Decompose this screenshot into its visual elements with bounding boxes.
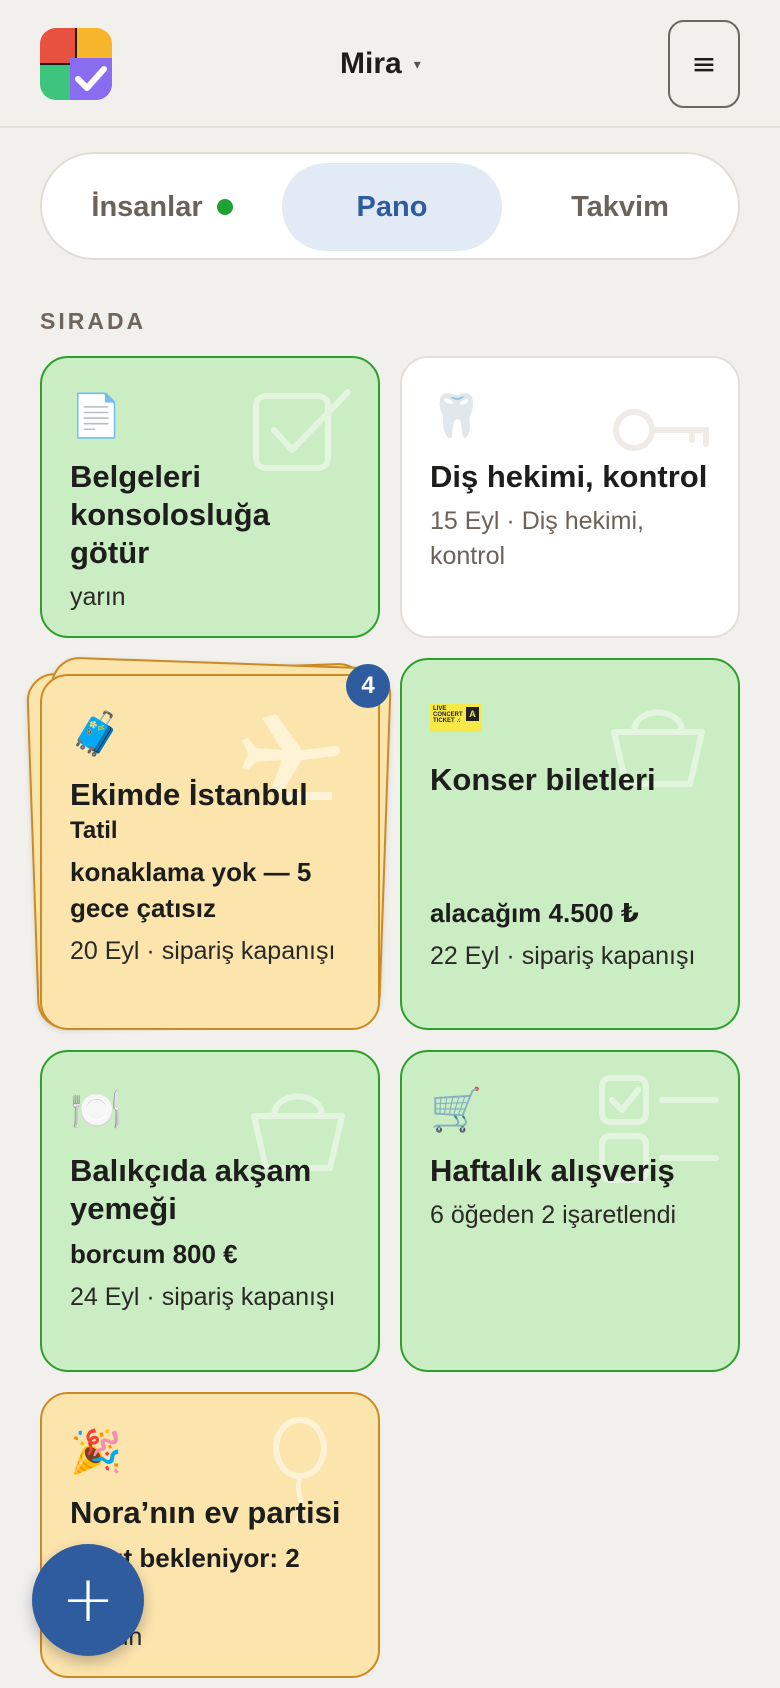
shopping-cart-icon: 🛒 (430, 1085, 483, 1134)
card-fish-dinner[interactable]: 🍽️ Balıkçıda akşam yemeği borcum 800 € 2… (40, 1050, 380, 1372)
tab-label: Takvim (571, 190, 669, 223)
card-title: Nora’nın ev partisi (70, 1495, 341, 1530)
online-status-dot (216, 199, 233, 215)
check-icon (70, 58, 112, 100)
tab-label: Pano (356, 190, 428, 223)
ticket-icon: LIVE CONCERT TICKET ♫ A (430, 704, 482, 732)
suitcase-icon: 🧳 (70, 709, 123, 758)
card-meta: 24 Eyl · sipariş kapanışı (70, 1283, 336, 1311)
card-meta: 20 Eyl · sipariş kapanışı (70, 937, 336, 965)
stack-count-badge: 4 (346, 664, 390, 708)
card-concert-tickets[interactable]: LIVE CONCERT TICKET ♫ A Konser biletleri a… (400, 658, 740, 1030)
card-meta: 6 öğeden 2 işaretlendi (430, 1201, 677, 1229)
party-popper-icon: 🎉 (70, 1427, 123, 1476)
add-button[interactable]: + (32, 1544, 144, 1656)
card-meta: 15 Eyl · Diş hekimi, kontrol (430, 507, 644, 570)
menu-button[interactable]: ≡ (668, 20, 740, 108)
card-title: Haftalık alışveriş (430, 1153, 675, 1188)
card-title: Balıkçıda akşam yemeği (70, 1153, 312, 1226)
card-status: borcum 800 € (70, 1239, 238, 1269)
card-status: konaklama yok — 5 gece çatısız (70, 857, 312, 923)
tab-people[interactable]: İnsanlar (54, 163, 270, 251)
user-name: Mira (340, 47, 402, 80)
card-title: Belgeleri konsolosluğa götür (70, 459, 270, 570)
app-header: Mira ▾ ≡ (0, 0, 780, 128)
card-title: Konser biletleri (430, 762, 656, 797)
card-meta: 22 Eyl · sipariş kapanışı (430, 942, 696, 970)
document-icon: 📄 (70, 391, 123, 440)
tab-board[interactable]: Pano (282, 163, 502, 251)
card-dentist[interactable]: 🦷 Diş hekimi, kontrol 15 Eyl · Diş hekim… (400, 356, 740, 638)
plate-cutlery-icon: 🍽️ (70, 1085, 123, 1134)
card-istanbul-trip[interactable]: 🧳 Ekimde İstanbul Tatil konaklama yok — … (40, 674, 380, 1030)
hamburger-icon: ≡ (691, 46, 717, 82)
card-weekly-shopping[interactable]: 🛒 Haftalık alışveriş 6 öğeden 2 işaretle… (400, 1050, 740, 1372)
card-title: Diş hekimi, kontrol (430, 459, 708, 494)
card-title: Ekimde İstanbul (70, 777, 308, 812)
card-meta: yarın (70, 583, 126, 611)
card-documents[interactable]: 📄 Belgeleri konsolosluğa götür yarın (40, 356, 380, 638)
tab-label: İnsanlar (91, 190, 203, 223)
card-status: alacağım 4.500 ₺ (430, 898, 639, 928)
chevron-down-icon: ▾ (413, 55, 421, 72)
tab-calendar[interactable]: Takvim (512, 163, 728, 251)
app-logo[interactable] (40, 28, 112, 100)
view-tabs: İnsanlar Pano Takvim (40, 152, 740, 260)
tooth-icon: 🦷 (430, 391, 483, 440)
user-switcher[interactable]: Mira ▾ (340, 44, 421, 84)
plus-icon: + (61, 1563, 115, 1637)
section-title: SIRADA (40, 308, 147, 334)
card-category: Tatil (70, 817, 118, 844)
